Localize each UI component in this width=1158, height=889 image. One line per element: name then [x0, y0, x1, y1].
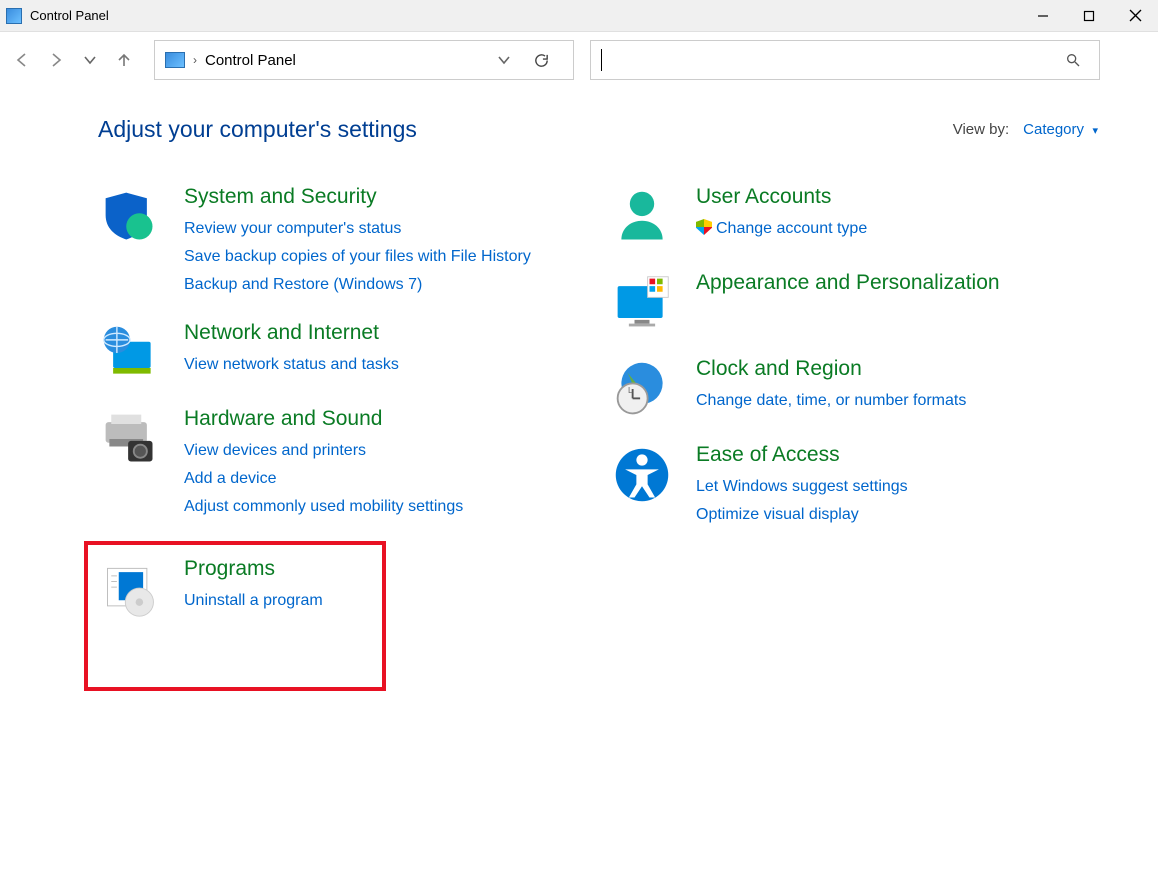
minimize-button[interactable] [1020, 0, 1066, 32]
svg-text:L: L [628, 385, 633, 395]
monitor-colors-icon [610, 271, 674, 335]
left-column: System and Security Review your computer… [98, 185, 558, 703]
titlebar: Control Panel [0, 0, 1158, 32]
close-button[interactable] [1112, 0, 1158, 32]
address-text: Control Panel [205, 52, 296, 69]
back-button[interactable] [8, 46, 36, 74]
category-link[interactable]: Review your computer's status [184, 215, 531, 243]
user-icon [610, 185, 674, 249]
link-text: Change account type [716, 220, 867, 237]
programs-icon [98, 557, 162, 621]
app-icon [6, 8, 22, 24]
address-dropdown[interactable] [497, 53, 533, 67]
clock-globe-icon: L [610, 357, 674, 421]
address-bar[interactable]: › Control Panel [154, 40, 574, 80]
category-network-internet: Network and Internet View network status… [98, 321, 558, 385]
category-link[interactable]: Let Windows suggest settings [696, 473, 908, 501]
caret-down-icon: ▾ [1092, 125, 1098, 137]
uac-shield-icon [696, 219, 712, 235]
category-appearance: Appearance and Personalization [610, 271, 1070, 335]
chevron-right-icon: › [193, 53, 197, 67]
category-link[interactable]: Backup and Restore (Windows 7) [184, 271, 531, 299]
globe-monitor-icon [98, 321, 162, 385]
category-system-security: System and Security Review your computer… [98, 185, 558, 299]
forward-button[interactable] [42, 46, 70, 74]
right-column: User Accounts Change account type Appear… [610, 185, 1070, 703]
category-link[interactable]: View network status and tasks [184, 351, 399, 379]
category-hardware-sound: Hardware and Sound View devices and prin… [98, 407, 558, 521]
maximize-button[interactable] [1066, 0, 1112, 32]
window-title: Control Panel [30, 8, 109, 23]
body: Adjust your computer's settings View by:… [0, 88, 1158, 703]
category-link[interactable]: Uninstall a program [184, 587, 323, 615]
category-title[interactable]: User Accounts [696, 185, 867, 209]
category-title[interactable]: Clock and Region [696, 357, 966, 381]
category-programs: Programs Uninstall a program [92, 543, 558, 681]
refresh-button[interactable] [533, 52, 573, 69]
category-link[interactable]: Change account type [696, 215, 867, 243]
category-link[interactable]: Save backup copies of your files with Fi… [184, 243, 531, 271]
category-user-accounts: User Accounts Change account type [610, 185, 1070, 249]
category-link[interactable]: Add a device [184, 465, 463, 493]
category-ease-of-access: Ease of Access Let Windows suggest setti… [610, 443, 1070, 529]
category-title[interactable]: Ease of Access [696, 443, 908, 467]
header-row: Adjust your computer's settings View by:… [98, 116, 1098, 143]
viewby-dropdown[interactable]: Category ▾ [1023, 121, 1098, 139]
category-title[interactable]: Appearance and Personalization [696, 271, 1000, 295]
control-panel-icon [165, 52, 185, 68]
category-clock-region: L Clock and Region Change date, time, or… [610, 357, 1070, 421]
search-box[interactable] [590, 40, 1100, 80]
category-link[interactable]: Optimize visual display [696, 501, 908, 529]
category-title[interactable]: Hardware and Sound [184, 407, 463, 431]
category-link[interactable]: View devices and printers [184, 437, 463, 465]
accessibility-icon [610, 443, 674, 507]
category-title[interactable]: Programs [184, 557, 323, 581]
viewby-value: Category [1023, 121, 1084, 138]
category-columns: System and Security Review your computer… [98, 185, 1098, 703]
recent-dropdown[interactable] [76, 46, 104, 74]
page-title: Adjust your computer's settings [98, 116, 417, 143]
search-input[interactable] [602, 52, 1065, 69]
search-icon[interactable] [1065, 52, 1099, 68]
category-title[interactable]: System and Security [184, 185, 531, 209]
up-button[interactable] [110, 46, 138, 74]
category-title[interactable]: Network and Internet [184, 321, 399, 345]
printer-camera-icon [98, 407, 162, 471]
viewby-label: View by: [953, 121, 1009, 138]
nav-row: › Control Panel [0, 32, 1158, 88]
shield-icon [98, 185, 162, 249]
category-link[interactable]: Adjust commonly used mobility settings [184, 493, 463, 521]
category-link[interactable]: Change date, time, or number formats [696, 387, 966, 415]
